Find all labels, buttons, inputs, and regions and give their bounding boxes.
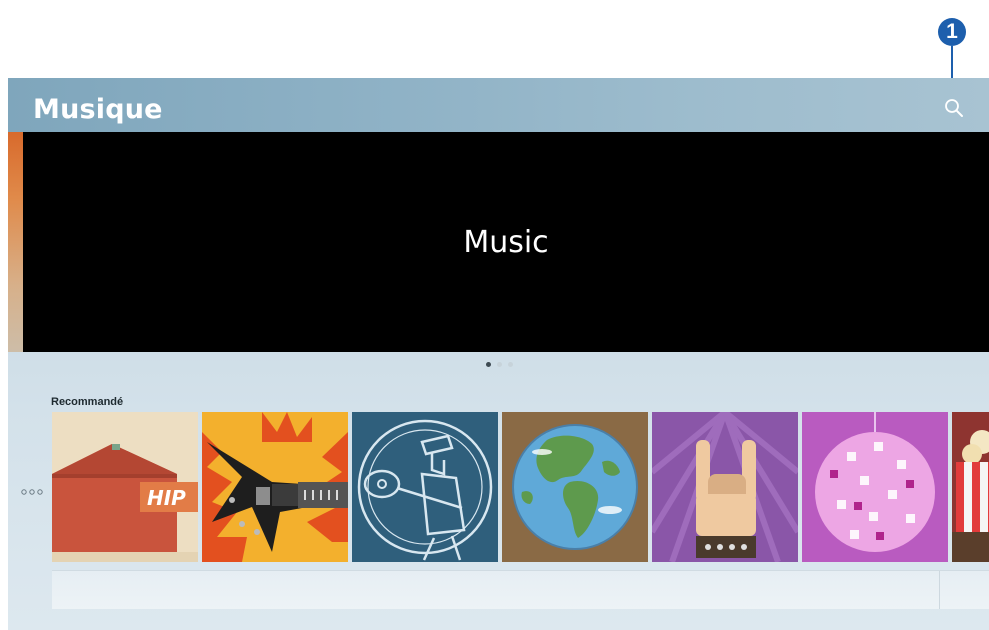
carousel-dot-2[interactable]: [497, 362, 502, 367]
tile-rock-hand[interactable]: [652, 412, 798, 562]
guitar-artwork: [202, 412, 348, 562]
hip-hop-artwork: HIP: [52, 412, 198, 562]
search-icon: [945, 99, 963, 117]
guitarist-artwork: [352, 412, 498, 562]
more-options-button[interactable]: [20, 482, 44, 495]
search-button[interactable]: [942, 96, 966, 120]
music-app-screen: Musique Music Recommandé HIP: [8, 78, 989, 630]
tile-rock-guitar[interactable]: [202, 412, 348, 562]
popcorn-artwork: [952, 412, 989, 562]
hero-banner[interactable]: Music: [23, 132, 989, 352]
carousel-dot-3[interactable]: [508, 362, 513, 367]
previous-banner-peek[interactable]: [8, 132, 23, 352]
rock-hand-artwork: [652, 412, 798, 562]
tile-popcorn[interactable]: [952, 412, 989, 562]
callout-number-badge: 1: [938, 18, 966, 46]
disco-ball-artwork: [802, 412, 948, 562]
bottom-divider: [939, 571, 940, 609]
section-label-recommended: Recommandé: [51, 396, 124, 408]
hero-title: Music: [463, 224, 549, 260]
more-dots-icon: [21, 489, 43, 495]
tile-world-globe[interactable]: [502, 412, 648, 562]
hip-tile-text: HIP: [147, 486, 186, 510]
globe-artwork: [502, 412, 648, 562]
tile-hip-hop[interactable]: HIP: [52, 412, 198, 562]
page-title: Musique: [33, 94, 163, 125]
carousel-indicator: [486, 362, 513, 367]
tile-disco-ball[interactable]: [802, 412, 948, 562]
app-header: Musique: [8, 78, 989, 132]
bottom-row-placeholder: [52, 570, 989, 609]
carousel-dot-1[interactable]: [486, 362, 491, 367]
tile-blues-guitarist[interactable]: [352, 412, 498, 562]
